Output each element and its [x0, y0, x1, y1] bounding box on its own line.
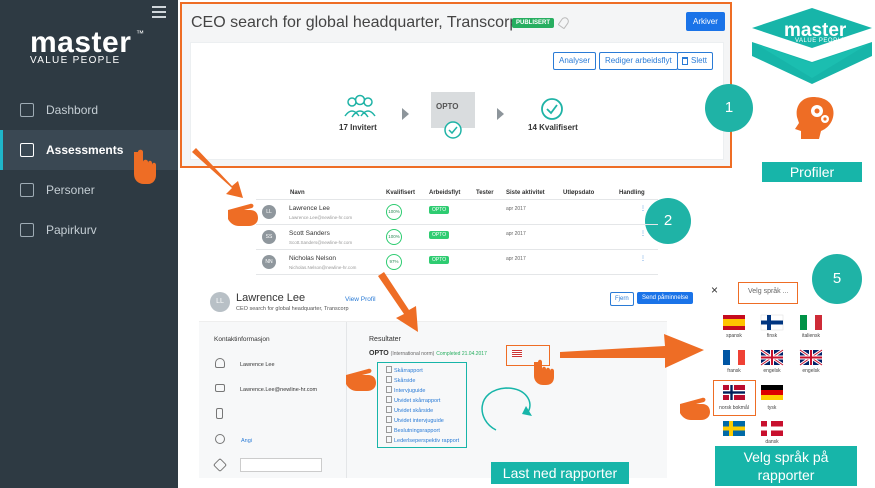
pointing-hand-icon — [680, 397, 710, 420]
pointing-hand-icon — [134, 149, 156, 184]
pointing-hand-icon — [228, 203, 258, 226]
pointing-hand-icon — [346, 368, 376, 391]
arrow-icon — [192, 148, 243, 198]
annotation-arrows — [134, 148, 710, 431]
refresh-arrow-icon — [481, 387, 531, 431]
pointing-hand-icon — [534, 359, 554, 385]
arrow-icon — [378, 272, 418, 332]
arrow-icon — [560, 334, 704, 368]
